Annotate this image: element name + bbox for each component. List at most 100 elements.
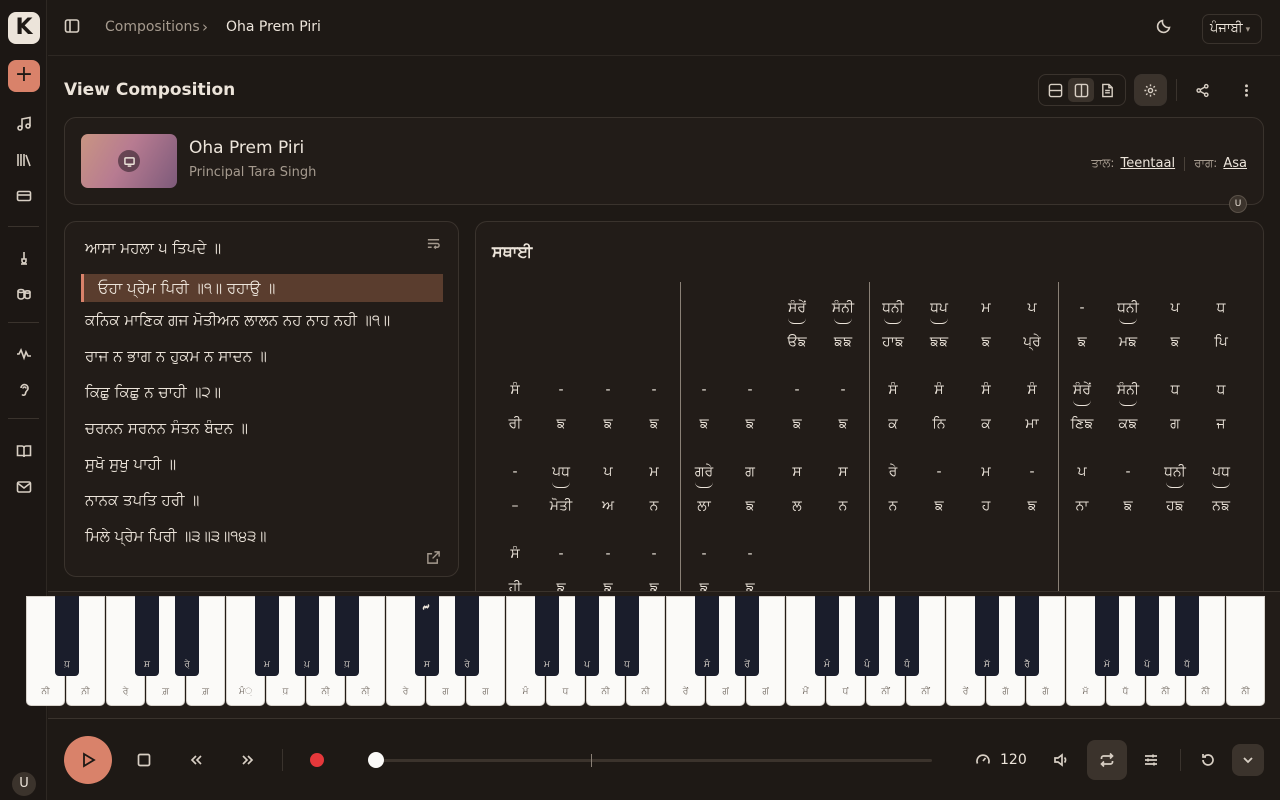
breadcrumb-compositions[interactable]: Compositions — [105, 19, 200, 35]
black-key[interactable]: ਮੱ — [1095, 596, 1119, 676]
black-key[interactable]: ਮੰ — [815, 596, 839, 676]
notation-cell[interactable]: ਰੇ ਨ — [870, 462, 916, 516]
notation-cell[interactable]: ਧ ਪਿ — [1198, 298, 1244, 352]
notation-cell[interactable]: ਸੰ ਮਾ — [1009, 380, 1055, 434]
notation-cell[interactable]: ਸੰ ਰੀ — [492, 380, 538, 434]
notation-cell[interactable]: ਸੰ ਕ — [963, 380, 1009, 434]
taal-link[interactable]: Teentaal — [1120, 156, 1175, 171]
settings-button[interactable] — [1134, 74, 1167, 106]
notation-cell[interactable]: ਮਙ — [963, 298, 1009, 352]
notation-cell[interactable]: -ਙ — [585, 380, 631, 434]
more-options-icon[interactable] — [1236, 80, 1256, 100]
loop-button[interactable] — [1087, 740, 1127, 780]
rewind-button[interactable] — [186, 750, 206, 770]
notation-cell[interactable]: -ਙ — [774, 380, 820, 434]
language-select[interactable]: ਪੰਜਾਬੀ ▾ — [1202, 14, 1262, 44]
notation-cell[interactable]: ਧਨੀ ਮਙ — [1105, 298, 1151, 352]
notation-cell[interactable]: -ਙ — [1105, 462, 1151, 516]
black-key[interactable]: ਪ਼ — [295, 596, 319, 676]
notation-cell[interactable]: ਸੰਨੀ ਕਙ — [1105, 380, 1151, 434]
notation-cell[interactable]: ਸੰ ਨਿ — [916, 380, 962, 434]
lyric-line[interactable]: ਓਹਾ ਪ੍ਰੇਮ ਪਿਰੀ ॥੧॥ ਰਹਾਉ ॥ — [81, 274, 443, 302]
ear-icon[interactable] — [12, 378, 36, 402]
notation-cell[interactable]: -ਙ — [631, 380, 677, 434]
notation-cell[interactable] — [681, 298, 727, 352]
composition-thumbnail[interactable] — [81, 134, 177, 188]
black-key[interactable]: ਮ਼ — [255, 596, 279, 676]
notation-cell[interactable]: ਪ ਨਾ — [1059, 462, 1105, 516]
wrap-text-icon[interactable] — [426, 236, 444, 254]
notation-cell[interactable]: -ਙ — [538, 380, 584, 434]
tempo-value[interactable]: 120 — [1000, 752, 1027, 768]
notation-cell[interactable]: ਸੰਰੇਂ ੳਙ — [774, 298, 820, 352]
black-key[interactable]: ਧੰ — [895, 596, 919, 676]
black-key[interactable]: ਸੰ — [695, 596, 719, 676]
notation-cell[interactable]: ਸੰ ਕ — [870, 380, 916, 434]
mail-icon[interactable] — [12, 475, 36, 499]
notation-cell[interactable]: -ਙ — [631, 544, 677, 598]
mixer-button[interactable] — [1141, 750, 1161, 770]
stop-button[interactable] — [134, 750, 154, 770]
black-key[interactable]: ਸੱ — [975, 596, 999, 676]
stacked-view-button[interactable] — [1042, 78, 1068, 102]
notation-cell[interactable]: ਸੰ ਹੀ — [492, 544, 538, 598]
notation-cell[interactable]: ਧਗ — [1152, 380, 1198, 434]
black-key[interactable]: ਰੇਂ — [735, 596, 759, 676]
black-key[interactable]: ਸ਼ — [135, 596, 159, 676]
notation-cell[interactable]: ਧਨੀ ਹਾਙ — [870, 298, 916, 352]
notation-cell[interactable]: - – — [492, 462, 538, 516]
notation-cell[interactable]: -ਙ — [916, 462, 962, 516]
card-icon[interactable] — [12, 184, 36, 208]
add-composition-button[interactable]: + — [8, 60, 40, 92]
notation-cell[interactable]: ਪਧ ਨਙ — [1198, 462, 1244, 516]
black-key[interactable]: ਧ — [615, 596, 639, 676]
split-view-button[interactable] — [1068, 78, 1094, 102]
notation-cell[interactable]: ਮਹ — [963, 462, 1009, 516]
notation-cell[interactable]: ਪ ਪ੍ਰੇ — [1009, 298, 1055, 352]
external-link-icon[interactable] — [426, 550, 444, 568]
theme-toggle-moon-icon[interactable] — [1156, 18, 1176, 38]
progress-thumb[interactable] — [368, 752, 384, 768]
notation-cell[interactable]: -ਙ — [585, 544, 631, 598]
app-logo[interactable]: K — [8, 12, 40, 44]
notation-cell[interactable]: ਗਰੇ ਲਾ — [681, 462, 727, 516]
notation-cell[interactable]: -ਙ — [681, 380, 727, 434]
black-key[interactable]: ਪੰ — [855, 596, 879, 676]
black-key[interactable]: ਧ਼ — [55, 596, 79, 676]
notation-cell[interactable]: -ਙ — [538, 544, 584, 598]
notation-cell[interactable] — [727, 298, 773, 352]
fast-forward-button[interactable] — [238, 750, 258, 770]
black-key[interactable]: ਰੇ਼ — [175, 596, 199, 676]
reset-button[interactable] — [1198, 750, 1218, 770]
library-icon[interactable] — [12, 148, 36, 172]
notation-cell[interactable]: ਪਧ ਮੋਤੀ — [538, 462, 584, 516]
black-key[interactable]: ਮ — [535, 596, 559, 676]
lyric-line[interactable]: ਕਿਛੁ ਕਿਛੁ ਨ ਚਾਹੀ ॥੨॥ — [85, 383, 221, 401]
notation-cell[interactable]: ਸੰਰੇਂ ਣਿਙ — [1059, 380, 1105, 434]
book-icon[interactable] — [12, 439, 36, 463]
notation-cell[interactable]: ਮਨ — [631, 462, 677, 516]
notation-cell[interactable] — [585, 298, 631, 352]
lyric-line[interactable]: ਆਸਾ ਮਹਲਾ ੫ ਤਿਪਦੇ ॥ — [85, 239, 221, 257]
volume-button[interactable] — [1051, 750, 1071, 770]
notation-cell[interactable]: ਧਪ ਙਙ — [916, 298, 962, 352]
notation-cell[interactable] — [538, 298, 584, 352]
lyric-line[interactable]: ਕਨਿਕ ਮਾਣਿਕ ਗਜ ਮੋਤੀਅਨ ਲਾਲਨ ਨਹ ਨਾਹ ਨਹੀ ॥੧॥ — [85, 311, 390, 329]
notation-cell[interactable]: ਪਅ — [585, 462, 631, 516]
toggle-sidebar-icon[interactable] — [64, 18, 84, 38]
notation-cell[interactable]: -ਙ — [1009, 462, 1055, 516]
share-icon[interactable] — [1192, 80, 1212, 100]
tuner-icon[interactable] — [12, 246, 36, 270]
black-key[interactable]: ਪ — [575, 596, 599, 676]
notation-cell[interactable]: -ਙ — [1059, 298, 1105, 352]
notation-cell[interactable]: -ਙ — [727, 544, 773, 598]
notation-cell[interactable]: ਧਜ — [1198, 380, 1244, 434]
contributor-badge[interactable]: U — [1229, 195, 1247, 213]
notation-cell[interactable]: -ਙ — [727, 380, 773, 434]
notation-cell[interactable]: ਸਲ — [774, 462, 820, 516]
black-key[interactable]: ਧੱ — [1175, 596, 1199, 676]
waveform-icon[interactable] — [12, 342, 36, 366]
lyric-line[interactable]: ਨਾਨਕ ਤਪਤਿ ਹਰੀ ॥ — [85, 491, 199, 509]
lyric-line[interactable]: ਰਾਜ ਨ ਭਾਗ ਨ ਹੁਕਮ ਨ ਸਾਦਨ ॥ — [85, 347, 267, 365]
raag-link[interactable]: Asa — [1223, 156, 1247, 171]
